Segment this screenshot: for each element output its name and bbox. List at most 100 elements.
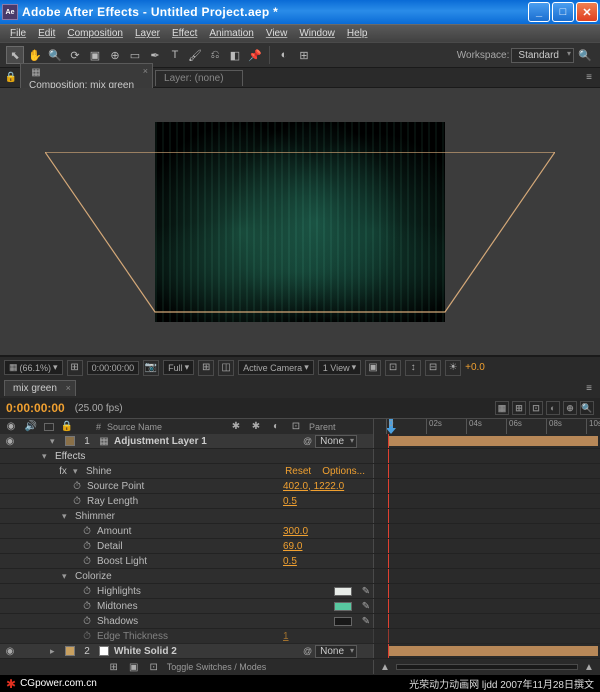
twirl-icon[interactable]: ▾ [42, 451, 52, 462]
camera-dropdown[interactable]: Active Camera ▾ [238, 360, 314, 375]
motion-blur-icon[interactable]: ⊡ [147, 660, 161, 674]
value-ray-length[interactable]: 0.5 [283, 496, 373, 507]
composition-viewer[interactable] [0, 88, 600, 356]
prop-highlights[interactable]: ⏱Highlights✎ [0, 584, 600, 599]
puppet-tool-icon[interactable]: 📌 [246, 46, 264, 64]
keyframe-stopwatch-icon[interactable]: ⏱ [80, 629, 94, 643]
menu-composition[interactable]: Composition [61, 26, 129, 41]
pickwhip-icon[interactable]: @ [303, 646, 312, 656]
clone-tool-icon[interactable]: ⎌ [206, 46, 224, 64]
tab-layer[interactable]: Layer: (none) [155, 70, 242, 86]
timeline-tab[interactable]: mix green× [4, 380, 76, 396]
brush-tool-icon[interactable]: 🖌 [186, 46, 204, 64]
res-dropdown[interactable]: Full ▾ [163, 360, 194, 375]
lock-col-icon[interactable]: 🔒 [60, 420, 74, 434]
pan-behind-tool-icon[interactable]: ⊕ [106, 46, 124, 64]
reset-link[interactable]: Reset [285, 466, 311, 477]
tl-icon-4[interactable]: ◐ [546, 401, 560, 415]
toggle-3-icon[interactable]: ↕ [405, 360, 421, 376]
keyframe-stopwatch-icon[interactable]: ⏱ [80, 599, 94, 613]
zoom-tool-icon[interactable]: 🔍 [46, 46, 64, 64]
menu-edit[interactable]: Edit [32, 26, 61, 41]
col-switch-4[interactable]: ⊡ [289, 420, 303, 434]
audio-col-icon[interactable]: 🔊 [24, 420, 38, 434]
mask-tool-icon[interactable]: ▭ [126, 46, 144, 64]
keyframe-stopwatch-icon[interactable]: ⏱ [70, 479, 84, 493]
effect-shine[interactable]: fx▾ShineResetOptions... [0, 464, 600, 479]
text-tool-icon[interactable]: T [166, 46, 184, 64]
reset-exposure-icon[interactable]: ☀ [445, 360, 461, 376]
tl-icon-2[interactable]: ⊞ [512, 401, 526, 415]
lock-icon[interactable]: 🔒 [4, 71, 18, 85]
parent-dropdown[interactable]: None [315, 645, 357, 658]
value-source-point[interactable]: 402.0, 1222.0 [283, 481, 373, 492]
menu-file[interactable]: File [4, 26, 32, 41]
layer-row-1[interactable]: ◉ ▾ 1 ▦ Adjustment Layer 1 @None [0, 434, 600, 449]
twirl-icon[interactable]: ▾ [73, 466, 83, 477]
twirl-icon[interactable]: ▾ [50, 436, 60, 447]
prop-edge-thickness[interactable]: ⏱Edge Thickness1 [0, 629, 600, 644]
eraser-tool-icon[interactable]: ◧ [226, 46, 244, 64]
panel-menu-icon[interactable]: ≡ [582, 381, 596, 395]
visibility-toggle[interactable]: ◉ [4, 646, 16, 657]
prop-amount[interactable]: ⏱Amount300.0 [0, 524, 600, 539]
menu-view[interactable]: View [260, 26, 294, 41]
prop-source-point[interactable]: ⏱Source Point402.0, 1222.0 [0, 479, 600, 494]
menu-animation[interactable]: Animation [203, 26, 259, 41]
resolution-icon[interactable]: ⊞ [67, 360, 83, 376]
menu-window[interactable]: Window [293, 26, 341, 41]
panel-menu-icon[interactable]: ≡ [582, 71, 596, 85]
close-button[interactable]: ✕ [576, 2, 598, 22]
tl-icon-1[interactable]: ▦ [495, 401, 509, 415]
color-swatch-midtones[interactable] [334, 602, 352, 611]
close-tab-icon[interactable]: × [66, 383, 71, 393]
pickwhip-icon[interactable]: @ [303, 436, 312, 446]
menu-layer[interactable]: Layer [129, 26, 166, 41]
zoom-dropdown[interactable]: ▦(66.1%) ▾ [4, 360, 63, 375]
timecode-display[interactable]: 0:00:00:00 [87, 361, 140, 375]
layer-color-swatch[interactable] [65, 436, 75, 446]
color-swatch-shadows[interactable] [334, 617, 352, 626]
workspace-dropdown[interactable]: Standard [511, 48, 574, 63]
views-dropdown[interactable]: 1 View ▾ [318, 360, 361, 375]
prop-shadows[interactable]: ⏱Shadows✎ [0, 614, 600, 629]
camera-tool-icon[interactable]: ▣ [86, 46, 104, 64]
color-swatch-highlights[interactable] [334, 587, 352, 596]
keyframe-stopwatch-icon[interactable]: ⏱ [70, 494, 84, 508]
twirl-icon[interactable]: ▾ [62, 571, 72, 582]
tl-icon-5[interactable]: ⊕ [563, 401, 577, 415]
keyframe-stopwatch-icon[interactable]: ⏱ [80, 554, 94, 568]
prop-ray-length[interactable]: ⏱Ray Length0.5 [0, 494, 600, 509]
keyframe-stopwatch-icon[interactable]: ⏱ [80, 584, 94, 598]
exposure-value[interactable]: +0.0 [465, 362, 485, 373]
selection-tool-icon[interactable]: ⬉ [6, 46, 24, 64]
zoom-out-icon[interactable]: ▲ [378, 660, 392, 674]
eye-col-icon[interactable]: ◉ [4, 420, 18, 434]
toggle-4-icon[interactable]: ⊟ [425, 360, 441, 376]
effects-group[interactable]: ▾Effects [0, 449, 600, 464]
zoom-slider[interactable] [396, 664, 578, 670]
layer-duration-bar[interactable] [388, 436, 598, 446]
layer-color-swatch[interactable] [65, 646, 75, 656]
prop-midtones[interactable]: ⏱Midtones✎ [0, 599, 600, 614]
toggle-2-icon[interactable]: ⊞ [295, 46, 313, 64]
hand-tool-icon[interactable]: ✋ [26, 46, 44, 64]
group-colorize[interactable]: ▾Colorize [0, 569, 600, 584]
pen-tool-icon[interactable]: ✒ [146, 46, 164, 64]
eyedropper-icon[interactable]: ✎ [359, 584, 373, 598]
time-ruler[interactable]: 0 02s 04s 06s 08s 10s [373, 419, 600, 434]
keyframe-stopwatch-icon[interactable]: ⏱ [80, 614, 94, 628]
frame-blend-icon[interactable]: ▣ [127, 660, 141, 674]
current-time[interactable]: 0:00:00:00 [6, 401, 65, 415]
tl-icon-3[interactable]: ⊡ [529, 401, 543, 415]
eyedropper-icon[interactable]: ✎ [359, 599, 373, 613]
toggle-1-icon[interactable]: ◐ [275, 46, 293, 64]
col-switch-1[interactable]: ✱ [229, 420, 243, 434]
layer-row-2[interactable]: ◉ ▸ 2 White Solid 2 @None [0, 644, 600, 659]
solo-col-icon[interactable] [44, 423, 54, 431]
menu-help[interactable]: Help [341, 26, 374, 41]
shy-toggle-icon[interactable]: ⊞ [107, 660, 121, 674]
grid-icon[interactable]: ⊞ [198, 360, 214, 376]
rotate-tool-icon[interactable]: ⟳ [66, 46, 84, 64]
layer-duration-bar[interactable] [388, 646, 598, 656]
